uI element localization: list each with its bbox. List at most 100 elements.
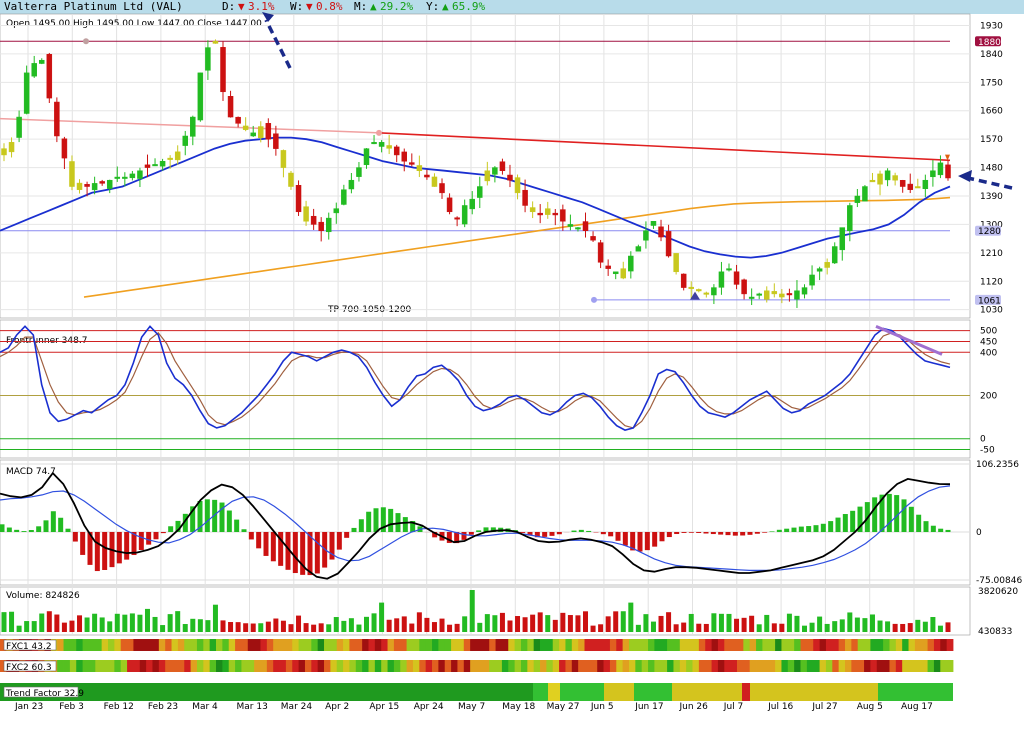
fxc1-cell <box>857 639 865 651</box>
price-candle[interactable] <box>46 52 53 104</box>
volume-bar <box>152 616 158 632</box>
candle-body <box>152 164 158 167</box>
fxc2-cell <box>857 660 865 672</box>
price-candle[interactable] <box>673 253 679 275</box>
macd-histogram-bar <box>754 531 760 534</box>
fxc1-cell <box>794 639 801 651</box>
volume-bar <box>839 619 845 632</box>
fxc1-cell <box>298 639 306 651</box>
fxc1-cell <box>641 639 649 651</box>
stock-chart[interactable]: Open 1495.00 High 1495.00 Low 1447.00 Cl… <box>0 0 1024 735</box>
candle-body <box>69 161 75 187</box>
fxc1-cell <box>921 639 928 651</box>
fxc1-cell <box>317 639 325 651</box>
fxc1-cell <box>457 639 465 651</box>
fxc1-cell <box>698 639 706 651</box>
volume-bar <box>696 623 702 632</box>
macd-histogram-bar <box>263 531 269 556</box>
fxc2-cell <box>806 660 814 672</box>
fxc1-cell <box>654 639 662 651</box>
price-tick-label: 1750 <box>980 78 1003 88</box>
fxc1-cell <box>311 639 319 651</box>
candle-body <box>363 148 370 166</box>
fxc1-cell <box>133 639 141 651</box>
fxc2-cell <box>203 660 211 672</box>
macd-histogram-bar <box>762 531 768 533</box>
date-tick-label: Jul 7 <box>723 702 743 712</box>
fxc2-cell <box>616 660 624 672</box>
fxc2-cell <box>69 660 77 672</box>
fxc2-cell <box>158 660 166 672</box>
macd-histogram-bar <box>835 517 841 532</box>
price-candle[interactable] <box>862 185 868 202</box>
fxc2-cell <box>508 660 516 672</box>
fxc1-cell <box>927 639 935 651</box>
fxc2-cell <box>609 660 617 672</box>
volume-bar <box>598 624 604 632</box>
candle-body <box>635 246 642 252</box>
candle-body <box>386 145 392 149</box>
fxc2-cell <box>876 660 884 672</box>
macd-histogram-bar <box>571 530 577 532</box>
fxc1-cell <box>235 639 242 651</box>
fxc2-cell <box>216 660 223 672</box>
price-candle[interactable] <box>23 65 30 115</box>
volume-bar <box>583 611 589 632</box>
fxc2-cell <box>622 660 630 672</box>
candle-body <box>862 186 868 202</box>
fxc1-cell <box>628 639 636 651</box>
volume-bar <box>756 624 762 632</box>
fxc2-cell <box>209 660 217 672</box>
fxc2-cell <box>235 660 242 672</box>
fxc2-cell <box>940 660 948 672</box>
macd-histogram-bar <box>718 531 724 535</box>
volume-bar <box>771 623 777 632</box>
fxc1-cell <box>260 639 268 651</box>
candle-body <box>220 47 226 93</box>
fxc2-cell <box>470 660 477 672</box>
fxc1-cell <box>609 639 617 651</box>
candle-body <box>122 176 128 179</box>
volume-bar <box>190 618 196 632</box>
fxc1-cell <box>158 639 166 651</box>
price-candle[interactable] <box>197 72 204 122</box>
price-candle[interactable] <box>220 41 226 101</box>
fxc2-cell <box>533 660 541 672</box>
fxc2-cell <box>762 660 770 672</box>
fxc2-cell <box>825 660 833 672</box>
fxc2-cell <box>660 660 668 672</box>
trend-factor-segment <box>878 683 953 701</box>
fxc2-cell <box>717 660 725 672</box>
date-tick-label: May 7 <box>458 702 485 712</box>
fxc1-cell <box>495 639 503 651</box>
candle-body <box>726 268 732 271</box>
volume-bar <box>175 611 181 632</box>
fxc2-cell <box>698 660 706 672</box>
volume-bar <box>945 622 951 632</box>
fxc1-cell <box>489 639 496 651</box>
date-tick-label: Apr 24 <box>414 702 444 712</box>
fxc2-cell <box>425 660 433 672</box>
volume-bar <box>786 613 792 632</box>
fxc1-cell <box>330 639 338 651</box>
macd-histogram-bar <box>850 510 856 532</box>
candle-body <box>310 215 317 225</box>
annotation-arrow-left <box>967 176 1013 190</box>
macd-histogram-bar <box>366 511 372 532</box>
macd-histogram-bar <box>336 531 342 550</box>
price-candle[interactable] <box>295 180 302 216</box>
price-candle[interactable] <box>54 97 60 143</box>
volume-bar <box>182 624 188 632</box>
volume-bar <box>1 612 7 632</box>
candle-body <box>439 183 445 194</box>
fxc2-cell <box>292 660 300 672</box>
volume-bar <box>326 624 332 632</box>
fxc1-cell <box>425 639 433 651</box>
volume-bar <box>46 611 52 632</box>
macd-histogram-bar <box>116 531 122 564</box>
date-tick-label: Jul 27 <box>811 702 837 712</box>
macd-histogram-bar <box>461 531 467 540</box>
fxc2-cell <box>711 660 719 672</box>
macd-histogram-bar <box>292 531 298 574</box>
macd-histogram-bar <box>234 519 240 532</box>
